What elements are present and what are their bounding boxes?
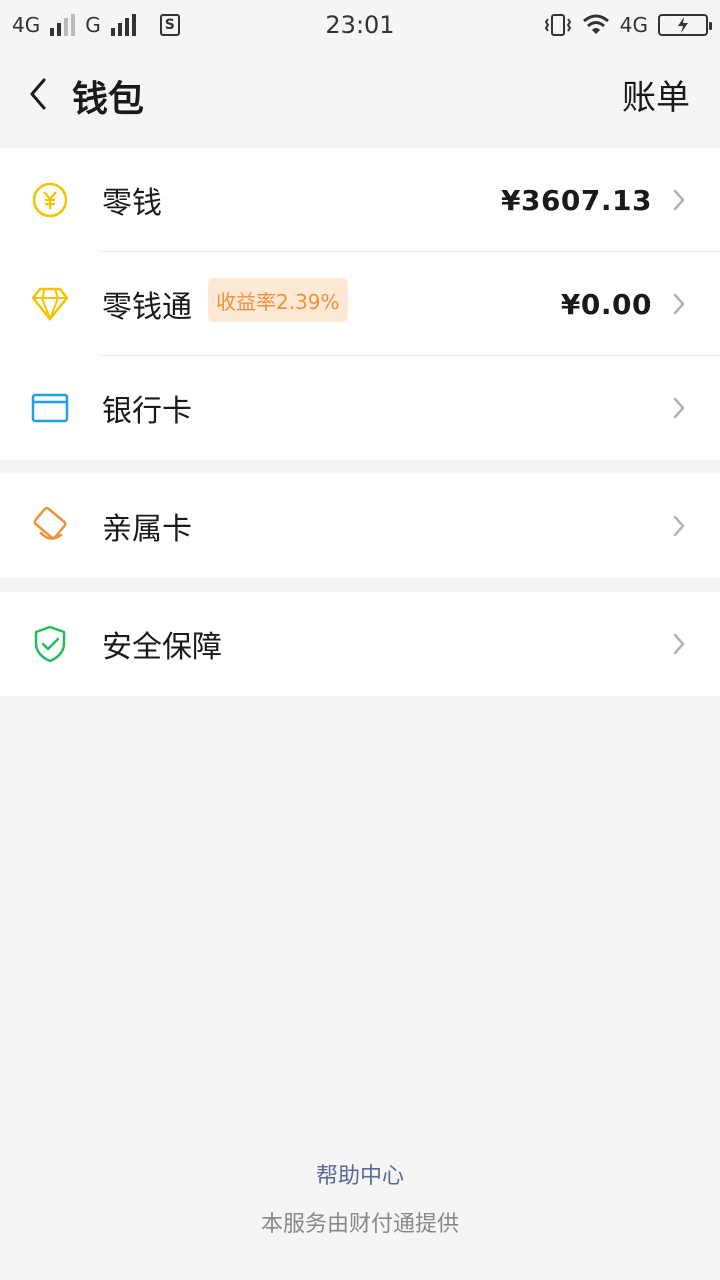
chevron-right-icon [672,632,688,656]
list-item-label: 银行卡 [102,394,192,429]
network-type-label: 4G [12,13,41,37]
status-bar: 4G G S 23:01 4G [0,0,720,50]
help-center-link[interactable]: 帮助中心 [0,1158,720,1190]
sim-card-icon: S [159,14,180,36]
vibrate-icon [544,14,571,36]
family-card-group: 亲属卡 [0,474,720,578]
chevron-right-icon [672,188,688,212]
network-type-label: 4G [619,13,648,37]
back-button[interactable] [20,74,56,114]
balance-amount: ¥3607.13 [500,183,652,217]
page-title: 钱包 [72,79,145,120]
service-provider-note: 本服务由财付通提供 [260,1212,459,1237]
list-item-family-card[interactable]: 亲属卡 [0,474,720,578]
signal-strength-icon [50,14,76,36]
list-item-lingqiantong[interactable]: 零钱通 收益率2.39% ¥0.00 [0,252,720,356]
chevron-right-icon [672,514,688,538]
security-group: 安全保障 [0,592,720,696]
chevron-right-icon [672,396,688,420]
wifi-icon [582,14,609,34]
list-item-label: 零钱通 [102,290,192,325]
list-item-change[interactable]: 零钱 ¥3607.13 [0,148,720,252]
balance-amount: ¥0.00 [560,287,652,321]
list-item-bank-card[interactable]: 银行卡 [0,356,720,460]
chevron-left-icon [30,78,46,110]
list-item-security[interactable]: 安全保障 [0,592,720,696]
yield-rate-badge: 收益率2.39% [208,278,348,322]
shield-check-icon [30,624,70,664]
chevron-right-icon [672,292,688,316]
diamond-icon [30,284,70,324]
family-card-icon [30,506,70,546]
navigation-bar: 钱包 账单 [0,50,720,136]
signal-strength-icon [110,14,136,36]
bills-button[interactable]: 账单 [622,70,690,119]
yuan-coin-icon [30,180,70,220]
network-type-label: G [85,13,101,37]
list-item-label: 零钱 [102,186,162,221]
list-item-label: 亲属卡 [102,512,192,547]
bank-card-icon [30,388,70,428]
battery-charging-icon [658,14,712,36]
list-item-label: 安全保障 [102,630,222,665]
wallet-group: 零钱 ¥3607.13 零钱通 收益率2.39% ¥0.00 银行卡 [0,148,720,460]
